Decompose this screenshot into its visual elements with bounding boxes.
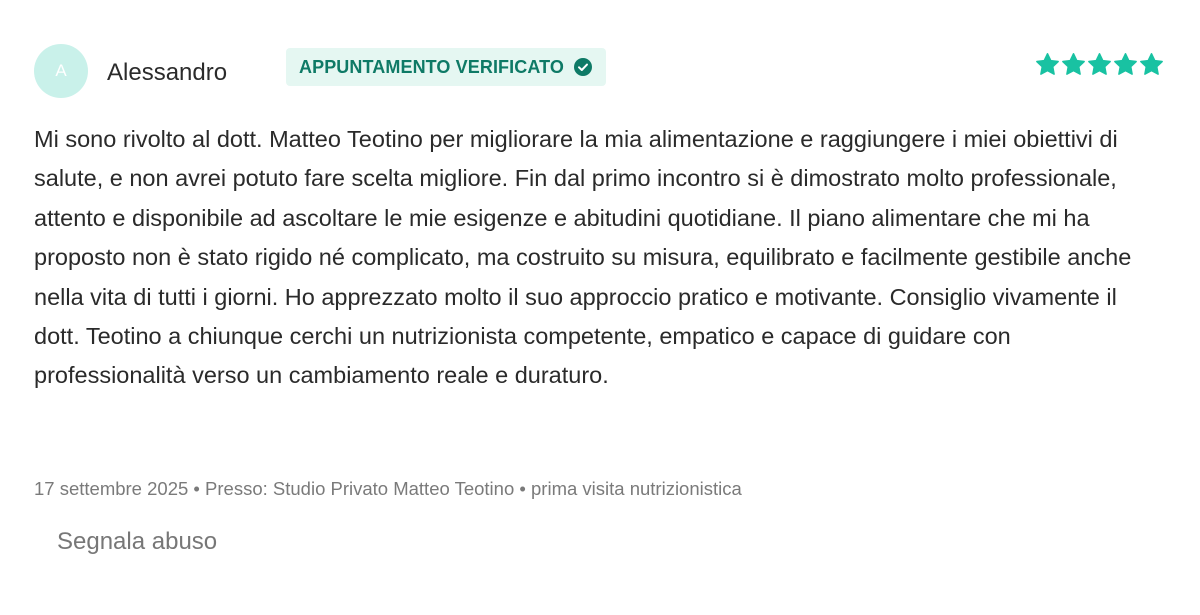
star-icon [1113, 52, 1138, 77]
check-circle-icon [573, 58, 592, 76]
star-icon [1139, 52, 1164, 77]
review-location: Presso: Studio Privato Matteo Teotino [205, 478, 515, 499]
star-rating [1035, 52, 1164, 77]
meta-separator: • [519, 478, 526, 499]
review-header: A Alessandro APPUNTAMENTO VERIFICATO [34, 44, 1164, 100]
review-card: A Alessandro APPUNTAMENTO VERIFICATO Mi … [0, 0, 1200, 615]
review-date: 17 settembre 2025 [34, 478, 189, 499]
star-icon [1035, 52, 1060, 77]
visit-type: prima visita nutrizionistica [531, 478, 742, 499]
review-text: Mi sono rivolto al dott. Matteo Teotino … [34, 126, 1132, 389]
verified-appointment-badge: APPUNTAMENTO VERIFICATO [286, 48, 606, 86]
star-icon [1061, 52, 1086, 77]
avatar: A [34, 44, 88, 98]
star-icon [1087, 52, 1112, 77]
reviewer-name: Alessandro [107, 59, 228, 86]
verified-badge-label: APPUNTAMENTO VERIFICATO [299, 56, 564, 77]
meta-separator: • [193, 478, 200, 499]
report-abuse-link[interactable]: Segnala abuso [57, 527, 217, 557]
review-meta: 17 settembre 2025 • Presso: Studio Priva… [34, 477, 742, 501]
